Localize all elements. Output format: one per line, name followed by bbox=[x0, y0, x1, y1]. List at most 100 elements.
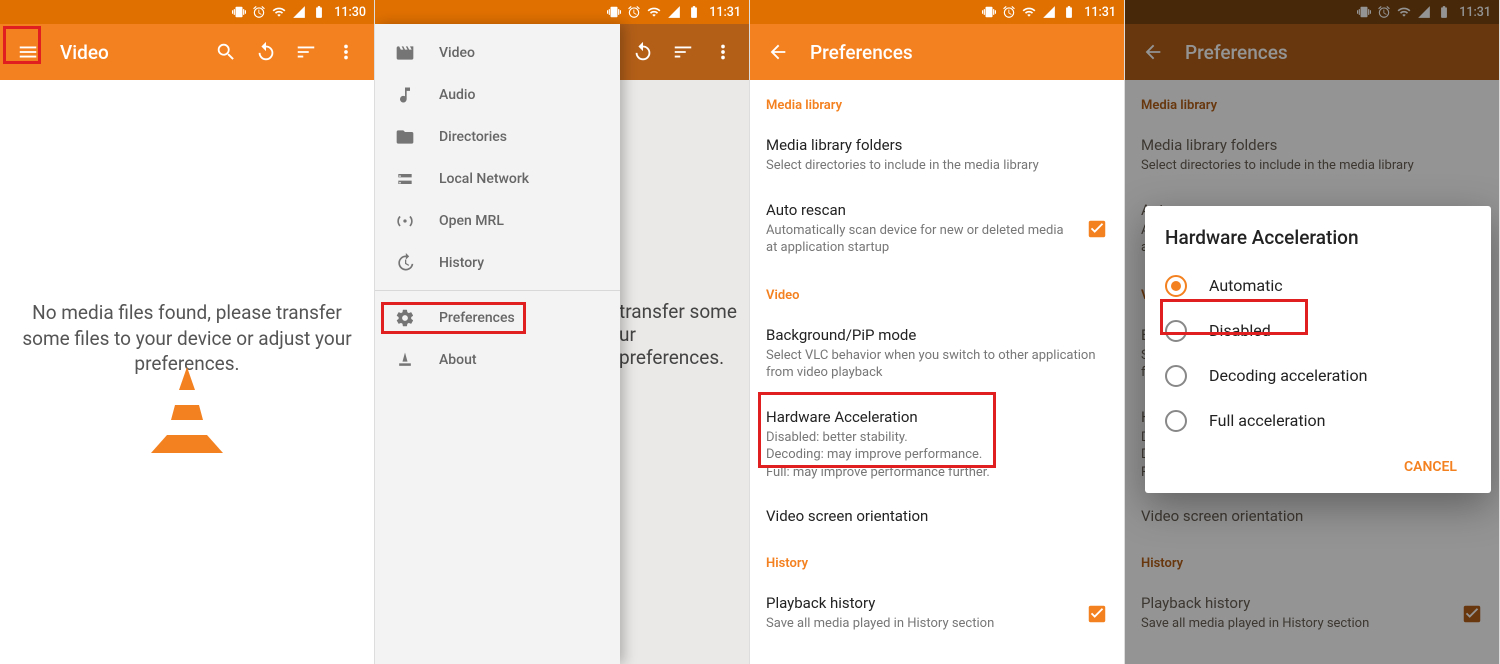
drawer-item-video[interactable]: Video bbox=[375, 32, 620, 74]
vibrate-icon bbox=[232, 5, 246, 19]
movie-icon bbox=[393, 43, 417, 63]
signal-icon bbox=[292, 5, 306, 19]
drawer-item-about[interactable]: About bbox=[375, 339, 620, 381]
drawer-label: Audio bbox=[439, 87, 475, 103]
gear-icon bbox=[393, 308, 417, 328]
history-icon bbox=[393, 253, 417, 273]
hamburger-menu-button[interactable] bbox=[8, 32, 48, 72]
alarm-icon bbox=[627, 5, 641, 19]
pref-summary: Disabled: better stability. Decoding: ma… bbox=[766, 429, 1108, 482]
battery-icon bbox=[312, 5, 326, 19]
status-bar: 11:30 bbox=[0, 0, 374, 24]
dialog-title: Hardware Acceleration bbox=[1161, 226, 1475, 249]
status-bar: 11:31 bbox=[750, 0, 1124, 24]
panel-dialog: 11:31 Preferences Media library Media li… bbox=[1125, 0, 1500, 664]
drawer-label: Open MRL bbox=[439, 213, 504, 229]
overflow-menu-button[interactable] bbox=[326, 32, 366, 72]
drawer-label: History bbox=[439, 255, 484, 271]
pref-summary: Select directories to include in the med… bbox=[766, 157, 1108, 175]
refresh-button[interactable] bbox=[625, 34, 661, 70]
signal-icon bbox=[667, 5, 681, 19]
pref-title: Media library folders bbox=[766, 136, 1108, 154]
empty-text-under: transfer some ur preferences. bbox=[619, 300, 749, 369]
radio-option-automatic[interactable]: Automatic bbox=[1161, 263, 1475, 308]
drawer-label: Local Network bbox=[439, 171, 529, 187]
radio-label: Disabled bbox=[1209, 321, 1271, 340]
pref-summary: Automatically scan device for new or del… bbox=[766, 222, 1070, 257]
vibrate-icon bbox=[982, 5, 996, 19]
panel-drawer-open: 11:31 transfer some ur preferences. Vide… bbox=[375, 0, 750, 664]
radio-selected-icon bbox=[1165, 275, 1187, 297]
app-bar-title: Video bbox=[60, 41, 206, 64]
radio-label: Decoding acceleration bbox=[1209, 366, 1367, 385]
sort-button[interactable] bbox=[286, 32, 326, 72]
radio-option-full[interactable]: Full acceleration bbox=[1161, 398, 1475, 443]
radio-option-disabled[interactable]: Disabled bbox=[1161, 308, 1475, 353]
search-button[interactable] bbox=[206, 32, 246, 72]
section-video: Video bbox=[750, 270, 1124, 313]
app-bar: Video bbox=[0, 24, 374, 80]
drawer-label: Directories bbox=[439, 129, 507, 145]
app-bar-title: Preferences bbox=[810, 41, 1116, 64]
drawer-item-history[interactable]: History bbox=[375, 242, 620, 284]
radio-label: Automatic bbox=[1209, 276, 1283, 295]
panel-preferences: 11:31 Preferences Media library Media li… bbox=[750, 0, 1125, 664]
status-time: 11:30 bbox=[334, 5, 366, 20]
cone-icon bbox=[393, 350, 417, 370]
pref-title: Video screen orientation bbox=[766, 507, 1108, 525]
wifi-icon bbox=[272, 5, 286, 19]
app-bar: Preferences bbox=[750, 24, 1124, 80]
cancel-button[interactable]: CANCEL bbox=[1394, 451, 1467, 483]
pref-playback-history[interactable]: Playback history Save all media played i… bbox=[750, 581, 1124, 646]
drawer-label: About bbox=[439, 352, 477, 368]
vlc-cone-icon bbox=[147, 365, 227, 459]
battery-icon bbox=[687, 5, 701, 19]
pref-title: Background/PiP mode bbox=[766, 326, 1108, 344]
status-bar: 11:31 bbox=[375, 0, 749, 24]
wifi-icon bbox=[1022, 5, 1036, 19]
radio-option-decoding[interactable]: Decoding acceleration bbox=[1161, 353, 1475, 398]
status-time: 11:31 bbox=[709, 5, 741, 20]
drawer-item-directories[interactable]: Directories bbox=[375, 116, 620, 158]
drawer-label: Preferences bbox=[439, 310, 515, 326]
radio-unselected-icon bbox=[1165, 410, 1187, 432]
checkbox-checked-icon[interactable] bbox=[1086, 218, 1108, 240]
navigation-drawer: Video Audio Directories Local Network Op… bbox=[375, 24, 620, 664]
battery-icon bbox=[1062, 5, 1076, 19]
drawer-item-local-network[interactable]: Local Network bbox=[375, 158, 620, 200]
music-note-icon bbox=[393, 85, 417, 105]
section-extra: Extra settings bbox=[750, 646, 1124, 664]
checkbox-checked-icon[interactable] bbox=[1086, 603, 1108, 625]
pref-title: Hardware Acceleration bbox=[766, 408, 1108, 426]
radio-unselected-icon bbox=[1165, 365, 1187, 387]
alarm-icon bbox=[1002, 5, 1016, 19]
radio-unselected-icon bbox=[1165, 320, 1187, 342]
pref-title: Auto rescan bbox=[766, 201, 1070, 219]
pref-background-pip[interactable]: Background/PiP mode Select VLC behavior … bbox=[750, 313, 1124, 395]
wifi-icon bbox=[647, 5, 661, 19]
section-history: History bbox=[750, 538, 1124, 581]
signal-icon bbox=[1042, 5, 1056, 19]
alarm-icon bbox=[252, 5, 266, 19]
sort-button[interactable] bbox=[665, 34, 701, 70]
pref-summary: Select VLC behavior when you switch to o… bbox=[766, 347, 1108, 382]
folder-icon bbox=[393, 127, 417, 147]
drawer-item-preferences[interactable]: Preferences bbox=[375, 297, 620, 339]
overflow-menu-button[interactable] bbox=[705, 34, 741, 70]
drawer-divider bbox=[375, 290, 620, 291]
pref-hardware-acceleration[interactable]: Hardware Acceleration Disabled: better s… bbox=[750, 395, 1124, 495]
pref-summary: Save all media played in History section bbox=[766, 615, 1070, 633]
drawer-item-open-mrl[interactable]: Open MRL bbox=[375, 200, 620, 242]
pref-title: Playback history bbox=[766, 594, 1070, 612]
pref-screen-orientation[interactable]: Video screen orientation bbox=[750, 494, 1124, 538]
drawer-label: Video bbox=[439, 45, 475, 61]
stream-icon bbox=[393, 211, 417, 231]
drawer-item-audio[interactable]: Audio bbox=[375, 74, 620, 116]
back-button[interactable] bbox=[758, 32, 798, 72]
lan-icon bbox=[393, 169, 417, 189]
appbar-underlay bbox=[619, 24, 749, 80]
refresh-button[interactable] bbox=[246, 32, 286, 72]
preferences-list[interactable]: Media library Media library folders Sele… bbox=[750, 80, 1124, 664]
pref-media-folders[interactable]: Media library folders Select directories… bbox=[750, 123, 1124, 188]
pref-auto-rescan[interactable]: Auto rescan Automatically scan device fo… bbox=[750, 188, 1124, 270]
